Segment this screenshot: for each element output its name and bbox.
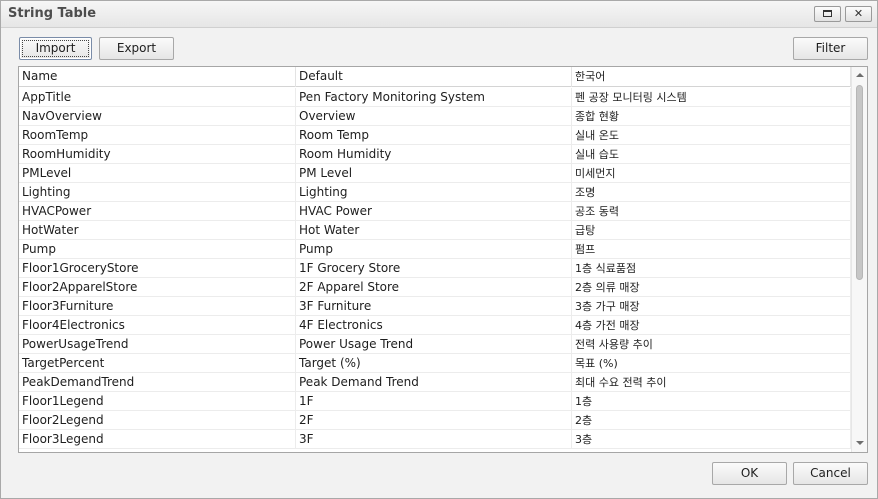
korean-cell[interactable]: 급탕 (572, 221, 851, 240)
table-row[interactable]: Floor4Electronics 4F Electronics 4층 가전 매장 (19, 316, 851, 335)
table-row[interactable]: RoomHumidity Room Humidity 실내 습도 (19, 145, 851, 164)
table-row[interactable]: Pump Pump 펌프 (19, 240, 851, 259)
table-row[interactable]: RoomTemp Room Temp 실내 온도 (19, 126, 851, 145)
default-cell[interactable]: Overview (296, 107, 572, 126)
table-row[interactable]: Floor2Legend 2F 2층 (19, 411, 851, 430)
default-cell[interactable]: Power Usage Trend (296, 335, 572, 354)
scroll-thumb[interactable] (856, 85, 863, 280)
name-cell[interactable]: Floor2Legend (19, 411, 296, 430)
korean-cell[interactable]: 실내 온도 (572, 126, 851, 145)
korean-cell[interactable]: 3층 가구 매장 (572, 297, 851, 316)
name-cell[interactable]: RoomTemp (19, 126, 296, 145)
table-row[interactable]: PMLevel PM Level 미세먼지 (19, 164, 851, 183)
column-header-default[interactable]: Default (296, 67, 572, 87)
name-cell[interactable]: Pump (19, 240, 296, 259)
table-row[interactable]: HotWater Hot Water 급탕 (19, 221, 851, 240)
maximize-button[interactable] (814, 6, 841, 22)
default-cell[interactable]: Room Temp (296, 126, 572, 145)
window-title: String Table (8, 6, 97, 21)
name-cell[interactable]: Floor3Legend (19, 430, 296, 449)
korean-cell[interactable]: 3층 (572, 430, 851, 449)
default-cell[interactable]: 3F (296, 430, 572, 449)
table-header: Name Default 한국어 (19, 67, 851, 87)
filter-button[interactable]: Filter (793, 37, 868, 60)
name-cell[interactable]: PeakDemandTrend (19, 373, 296, 392)
scroll-down-icon[interactable] (856, 441, 864, 445)
korean-cell[interactable]: 미세먼지 (572, 164, 851, 183)
table-row[interactable]: Floor1Legend 1F 1층 (19, 392, 851, 411)
string-table-grid[interactable]: Name Default 한국어 AppTitle Pen Factory Mon… (18, 66, 868, 453)
name-cell[interactable]: Floor3Furniture (19, 297, 296, 316)
table-row[interactable]: PowerUsageTrend Power Usage Trend 전력 사용량 추… (19, 335, 851, 354)
default-cell[interactable]: Hot Water (296, 221, 572, 240)
korean-cell[interactable]: 최대 수요 전력 추이 (572, 373, 851, 392)
table-row[interactable]: HVACPower HVAC Power 공조 동력 (19, 202, 851, 221)
name-cell[interactable]: Floor1Legend (19, 392, 296, 411)
ok-button[interactable]: OK (712, 462, 787, 485)
title-bar: String Table ✕ (1, 1, 877, 28)
vertical-scrollbar[interactable] (851, 67, 867, 452)
table-row[interactable]: PeakDemandTrend Peak Demand Trend 최대 수요 전력… (19, 373, 851, 392)
name-cell[interactable]: HotWater (19, 221, 296, 240)
default-cell[interactable]: PM Level (296, 164, 572, 183)
default-cell[interactable]: Lighting (296, 183, 572, 202)
default-cell[interactable]: 1F (296, 392, 572, 411)
default-cell[interactable]: 2F Apparel Store (296, 278, 572, 297)
korean-cell[interactable]: 1층 식료품점 (572, 259, 851, 278)
name-cell[interactable]: HVACPower (19, 202, 296, 221)
default-cell[interactable]: HVAC Power (296, 202, 572, 221)
table-row[interactable]: Floor1GroceryStore 1F Grocery Store 1층 식료품… (19, 259, 851, 278)
default-cell[interactable]: Target (%) (296, 354, 572, 373)
default-cell[interactable]: 3F Furniture (296, 297, 572, 316)
name-cell[interactable]: NavOverview (19, 107, 296, 126)
name-cell[interactable]: Floor1GroceryStore (19, 259, 296, 278)
close-icon: ✕ (853, 7, 864, 20)
string-table-dialog: String Table ✕ Import Export Filter Name… (0, 0, 878, 499)
table-row[interactable]: Floor2ApparelStore 2F Apparel Store 2층 의류 … (19, 278, 851, 297)
korean-cell[interactable]: 4층 가전 매장 (572, 316, 851, 335)
default-cell[interactable]: Pump (296, 240, 572, 259)
korean-cell[interactable]: 2층 의류 매장 (572, 278, 851, 297)
focus-outline (22, 40, 89, 57)
scroll-up-icon[interactable] (856, 73, 864, 77)
default-cell[interactable]: Peak Demand Trend (296, 373, 572, 392)
column-header-korean[interactable]: 한국어 (572, 67, 851, 87)
korean-cell[interactable]: 공조 동력 (572, 202, 851, 221)
table-row[interactable]: Floor3Furniture 3F Furniture 3층 가구 매장 (19, 297, 851, 316)
column-header-name[interactable]: Name (19, 67, 296, 87)
name-cell[interactable]: PMLevel (19, 164, 296, 183)
default-cell[interactable]: Pen Factory Monitoring System (296, 88, 572, 107)
korean-cell[interactable]: 실내 습도 (572, 145, 851, 164)
name-cell[interactable]: Floor4Electronics (19, 316, 296, 335)
name-cell[interactable]: PowerUsageTrend (19, 335, 296, 354)
korean-cell[interactable]: 조명 (572, 183, 851, 202)
table-row[interactable]: Floor3Legend 3F 3층 (19, 430, 851, 449)
korean-cell[interactable]: 목표 (%) (572, 354, 851, 373)
name-cell[interactable]: AppTitle (19, 88, 296, 107)
name-cell[interactable]: Floor2ApparelStore (19, 278, 296, 297)
cancel-button[interactable]: Cancel (793, 462, 868, 485)
korean-cell[interactable]: 전력 사용량 추이 (572, 335, 851, 354)
table-row[interactable]: NavOverview Overview 종합 현황 (19, 107, 851, 126)
import-button[interactable]: Import (19, 37, 92, 60)
name-cell[interactable]: RoomHumidity (19, 145, 296, 164)
korean-cell[interactable]: 1층 (572, 392, 851, 411)
korean-cell[interactable]: 펜 공장 모니터링 시스템 (572, 88, 851, 107)
name-cell[interactable]: TargetPercent (19, 354, 296, 373)
default-cell[interactable]: 4F Electronics (296, 316, 572, 335)
export-button[interactable]: Export (99, 37, 174, 60)
name-cell[interactable]: Lighting (19, 183, 296, 202)
table-row[interactable]: AppTitle Pen Factory Monitoring System 펜 공… (19, 88, 851, 107)
table-body: AppTitle Pen Factory Monitoring System 펜 공… (19, 88, 851, 449)
default-cell[interactable]: 1F Grocery Store (296, 259, 572, 278)
korean-cell[interactable]: 펌프 (572, 240, 851, 259)
maximize-icon (823, 10, 832, 17)
close-button[interactable]: ✕ (845, 6, 872, 22)
korean-cell[interactable]: 종합 현황 (572, 107, 851, 126)
table-row[interactable]: Lighting Lighting 조명 (19, 183, 851, 202)
korean-cell[interactable]: 2층 (572, 411, 851, 430)
default-cell[interactable]: 2F (296, 411, 572, 430)
default-cell[interactable]: Room Humidity (296, 145, 572, 164)
table-row[interactable]: TargetPercent Target (%) 목표 (%) (19, 354, 851, 373)
